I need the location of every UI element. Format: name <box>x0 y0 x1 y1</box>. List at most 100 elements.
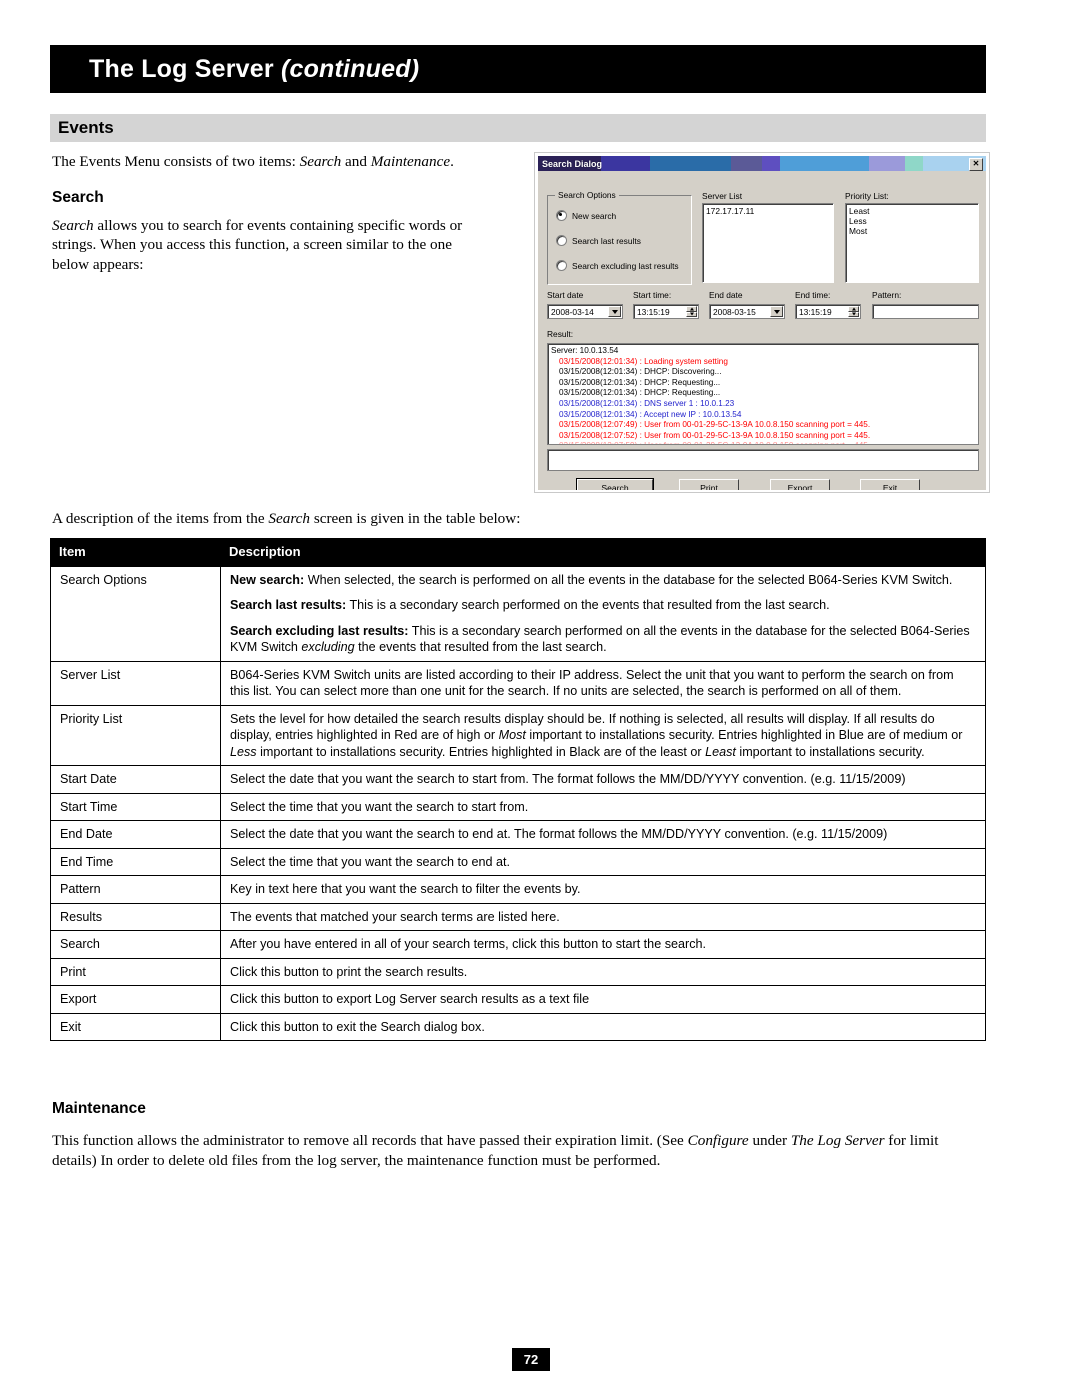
desc-paragraph: Select the time that you want the search… <box>230 799 529 814</box>
desc-bold: New search: <box>230 572 305 587</box>
priority-list-item[interactable]: Less <box>849 216 975 226</box>
desc-text: This is a secondary search performed on … <box>346 598 830 612</box>
spinner-up-down-icon[interactable] <box>848 306 859 317</box>
table-intro-italic: Search <box>268 510 311 527</box>
page-header-banner: The Log Server (continued) <box>50 45 986 93</box>
priority-list-item[interactable]: Most <box>849 226 975 236</box>
titlebar-band <box>869 156 906 171</box>
end-date-value: 2008-03-15 <box>713 306 756 317</box>
desc-paragraph: B064-Series KVM Switch units are listed … <box>230 667 954 699</box>
desc-paragraph: New search: When selected, the search is… <box>230 572 976 589</box>
desc-italic: Less <box>230 744 257 759</box>
print-button[interactable]: Print <box>679 479 739 490</box>
page-title-main: The Log Server <box>89 54 281 83</box>
table-cell-description: Click this button to print the search re… <box>220 957 986 986</box>
search-para-rest: allows you to search for events containi… <box>52 216 463 273</box>
radio-search-excluding-last-results[interactable]: Search excluding last results <box>556 260 679 271</box>
table-row: Server List B064-Series KVM Switch units… <box>50 660 986 706</box>
table-cell-item: Export <box>50 985 221 1014</box>
pattern-input[interactable] <box>872 304 979 319</box>
table-cell-item: Results <box>50 902 221 931</box>
result-list[interactable]: Server: 10.0.13.54 03/15/2008(12:01:34) … <box>547 343 979 445</box>
table-header-description: Description <box>220 538 986 567</box>
desc-text: the events that resulted from the last s… <box>354 640 607 654</box>
table-row: Export Click this button to export Log S… <box>50 985 986 1014</box>
priority-list-box[interactable]: Least Less Most <box>845 203 979 283</box>
desc-bold: Search excluding last results: <box>230 623 409 638</box>
events-menu-paragraph: The Events Menu consists of two items: S… <box>52 152 492 172</box>
lead-before: The Events Menu consists of two items: <box>52 153 300 170</box>
table-cell-item: Exit <box>50 1012 221 1041</box>
desc-paragraph: The events that matched your search term… <box>230 909 560 924</box>
start-time-value: 13:15:19 <box>637 306 670 317</box>
page-title-continued: (continued) <box>280 54 420 83</box>
export-button[interactable]: Export <box>770 479 830 490</box>
table-cell-item: Print <box>50 957 221 986</box>
dialog-titlebar: Search Dialog ✕ <box>538 156 986 171</box>
result-log-line: 03/15/2008(12:01:34) : DHCP: Discovering… <box>559 367 722 377</box>
desc-text: important to installations security. <box>735 744 925 759</box>
result-log-line: 03/15/2008(12:01:34) : Accept new IP : 1… <box>559 409 742 419</box>
titlebar-band <box>600 156 650 171</box>
table-cell-item: Search <box>50 930 221 959</box>
table-cell-item: Priority List <box>50 704 221 766</box>
end-time-spinner[interactable]: 13:15:19 <box>795 304 861 319</box>
desc-paragraph: Click this button to exit the Search dia… <box>230 1019 485 1034</box>
start-time-spinner[interactable]: 13:15:19 <box>633 304 699 319</box>
desc-paragraph: After you have entered in all of your se… <box>230 937 706 951</box>
end-time-value: 13:15:19 <box>799 306 832 317</box>
titlebar-band <box>905 156 924 171</box>
radio-label-new-search: New search <box>572 210 617 221</box>
maint-mid: under <box>748 1132 791 1149</box>
chevron-down-icon[interactable] <box>770 306 783 317</box>
close-icon[interactable]: ✕ <box>969 158 983 171</box>
server-list-item[interactable]: 172.17.17.11 <box>706 206 830 216</box>
table-row: Start Time Select the time that you want… <box>50 792 986 821</box>
server-list-label: Server List <box>702 191 743 201</box>
table-cell-description: Key in text here that you want the searc… <box>220 875 986 904</box>
radio-icon-new-search <box>556 210 567 221</box>
table-row: Results The events that matched your sea… <box>50 902 986 931</box>
intro-column: The Events Menu consists of two items: S… <box>52 152 492 274</box>
search-subheading: Search <box>52 188 104 206</box>
desc-paragraph: Select the date that you want the search… <box>230 772 906 786</box>
search-dialog-window: Search Dialog ✕ Search Options New searc… <box>537 155 987 491</box>
table-cell-description: Select the time that you want the search… <box>220 792 986 821</box>
radio-search-last-results[interactable]: Search last results <box>556 235 641 246</box>
server-list-box[interactable]: 172.17.17.11 <box>702 203 834 283</box>
table-cell-item: Start Time <box>50 792 221 821</box>
radio-new-search[interactable]: New search <box>556 210 616 221</box>
spinner-up-down-icon[interactable] <box>686 306 697 317</box>
desc-paragraph: Sets the level for how detailed the sear… <box>230 711 976 761</box>
pattern-label: Pattern: <box>872 290 902 300</box>
desc-paragraph: Search last results: This is a secondary… <box>230 597 976 614</box>
table-cell-item: Start Date <box>50 765 221 794</box>
table-row: Priority List Sets the level for how det… <box>50 704 986 766</box>
table-row: End Date Select the date that you want t… <box>50 820 986 849</box>
titlebar-gradient-bands <box>538 156 986 171</box>
priority-list-label: Priority List: <box>845 191 889 201</box>
maint-italic-logserver: The Log Server <box>790 1132 885 1149</box>
start-time-label: Start time: <box>633 290 672 300</box>
chevron-down-icon[interactable] <box>608 306 621 317</box>
search-button[interactable]: Search <box>576 478 654 490</box>
maintenance-section: Maintenance This function allows the adm… <box>52 1100 972 1170</box>
exit-button[interactable]: Exit <box>860 479 920 490</box>
result-status-field[interactable] <box>547 449 979 471</box>
table-intro-before: A description of the items from the <box>52 510 269 527</box>
titlebar-band <box>730 156 762 171</box>
radio-label-search-excluding: Search excluding last results <box>572 260 679 271</box>
desc-text: important to installations security. Ent… <box>256 744 706 759</box>
table-cell-description: New search: When selected, the search is… <box>220 565 986 662</box>
maintenance-paragraph: This function allows the administrator t… <box>52 1131 972 1170</box>
search-dialog-screenshot: Search Dialog ✕ Search Options New searc… <box>534 152 990 493</box>
table-cell-item: End Time <box>50 847 221 876</box>
priority-list-item[interactable]: Least <box>849 206 975 216</box>
radio-label-search-last-results: Search last results <box>572 235 641 246</box>
desc-paragraph: Click this button to print the search re… <box>230 964 468 979</box>
table-cell-description: Select the date that you want the search… <box>220 765 986 794</box>
result-log-line: 03/15/2008(12:07:49) : User from 00-01-2… <box>559 420 871 430</box>
start-date-combo[interactable]: 2008-03-14 <box>547 304 623 319</box>
result-log-line: 03/15/2008(12:01:34) : DHCP: Requesting.… <box>559 388 721 398</box>
end-date-combo[interactable]: 2008-03-15 <box>709 304 785 319</box>
